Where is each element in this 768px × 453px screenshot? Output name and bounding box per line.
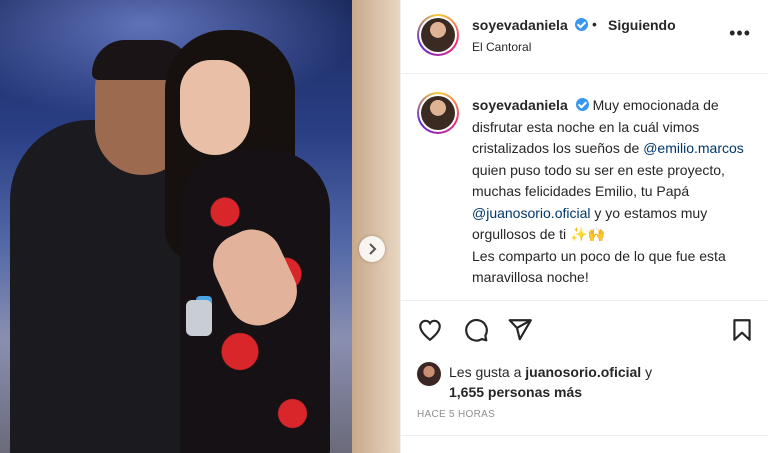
verified-badge-icon	[575, 98, 589, 111]
more-options-icon[interactable]: •••	[729, 24, 751, 42]
caption-area: soyevadaniela Muy emocionada de disfruta…	[401, 75, 768, 300]
caption-avatar[interactable]	[417, 92, 459, 134]
likes-connector: y	[641, 364, 653, 380]
separator-dot: •	[592, 16, 597, 32]
mention-link[interactable]: @juanosorio.oficial	[472, 205, 591, 221]
caption-text: Les comparto un poco de lo que fue esta …	[472, 247, 726, 286]
bookmark-icon[interactable]	[729, 317, 755, 343]
caption-username[interactable]: soyevadaniela	[472, 97, 568, 113]
header-username[interactable]: soyevadaniela	[472, 17, 568, 33]
chevron-right-icon	[369, 243, 377, 255]
follow-status-button[interactable]: Siguiendo	[608, 17, 676, 33]
post-timestamp[interactable]: HACE 5 HORAS	[417, 409, 495, 420]
carousel-next-button[interactable]	[359, 236, 385, 262]
photo-woman-face	[180, 60, 250, 155]
avatar-image	[421, 18, 455, 52]
post-caption: soyevadaniela Muy emocionada de disfruta…	[472, 95, 752, 289]
send-icon[interactable]	[507, 317, 533, 343]
post-header: soyevadaniela • Siguiendo El Cantoral ••…	[401, 0, 768, 74]
photo-watch	[186, 300, 212, 336]
likes-prefix: Les gusta a	[449, 364, 526, 380]
divider	[401, 435, 768, 436]
post-photo[interactable]	[0, 0, 400, 453]
avatar[interactable]	[417, 14, 459, 56]
mention-link[interactable]: @emilio.marcos	[643, 140, 744, 156]
heart-icon[interactable]	[417, 317, 443, 343]
likes-others-link[interactable]: 1,655 personas más	[449, 382, 582, 402]
photo-wall	[352, 0, 400, 453]
liker-username[interactable]: juanosorio.oficial	[525, 364, 641, 380]
liker-avatar[interactable]	[417, 362, 441, 386]
post-location[interactable]: El Cantoral	[472, 40, 531, 54]
caption-text: quien puso todo su ser en este proyecto,…	[472, 161, 725, 200]
avatar-image	[421, 96, 455, 130]
comment-icon[interactable]	[463, 317, 489, 343]
post-side-panel: soyevadaniela • Siguiendo El Cantoral ••…	[400, 0, 768, 453]
verified-badge-icon	[575, 18, 588, 31]
post-actions	[401, 300, 768, 360]
